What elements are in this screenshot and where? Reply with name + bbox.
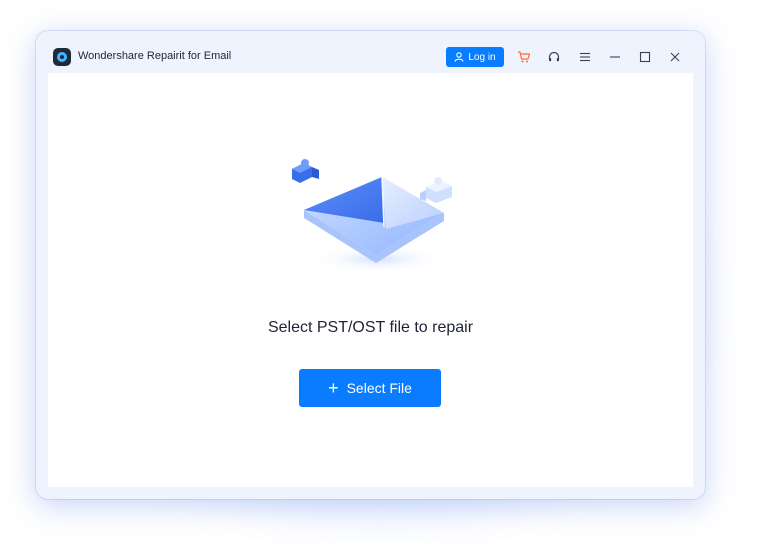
login-label: Log in: [468, 51, 496, 63]
headset-icon: [548, 51, 560, 62]
app-title: Wondershare Repairit for Email: [78, 50, 232, 62]
app-logo-icon: [53, 48, 71, 66]
screen: Wondershare Repairit for Email Log in Se…: [0, 0, 770, 559]
menu-button[interactable]: [576, 48, 594, 66]
login-button[interactable]: Log in: [446, 47, 504, 67]
cart-icon: [518, 51, 531, 63]
menu-icon: [580, 52, 590, 62]
puzzle-piece-left-icon: [292, 159, 319, 183]
close-icon: [670, 52, 680, 62]
cart-button[interactable]: [515, 48, 533, 66]
maximize-icon: [639, 51, 651, 63]
minimize-button[interactable]: [606, 48, 624, 66]
email-envelope-icon: [292, 159, 452, 273]
minimize-icon: [610, 56, 620, 58]
plus-icon: +: [328, 378, 339, 398]
select-file-label: Select File: [346, 380, 412, 396]
user-icon: [454, 52, 464, 62]
select-file-button[interactable]: + Select File: [299, 369, 441, 407]
title-bar[interactable]: Wondershare Repairit for Email Log in: [36, 31, 705, 73]
puzzle-piece-right-icon: [420, 177, 452, 203]
page-headline: Select PST/OST file to repair: [267, 319, 474, 336]
app-window: Wondershare Repairit for Email Log in Se…: [36, 31, 705, 499]
maximize-button[interactable]: [636, 48, 654, 66]
main-content: Select PST/OST file to repair + Select F…: [48, 73, 693, 487]
support-button[interactable]: [545, 48, 563, 66]
close-button[interactable]: [666, 48, 684, 66]
